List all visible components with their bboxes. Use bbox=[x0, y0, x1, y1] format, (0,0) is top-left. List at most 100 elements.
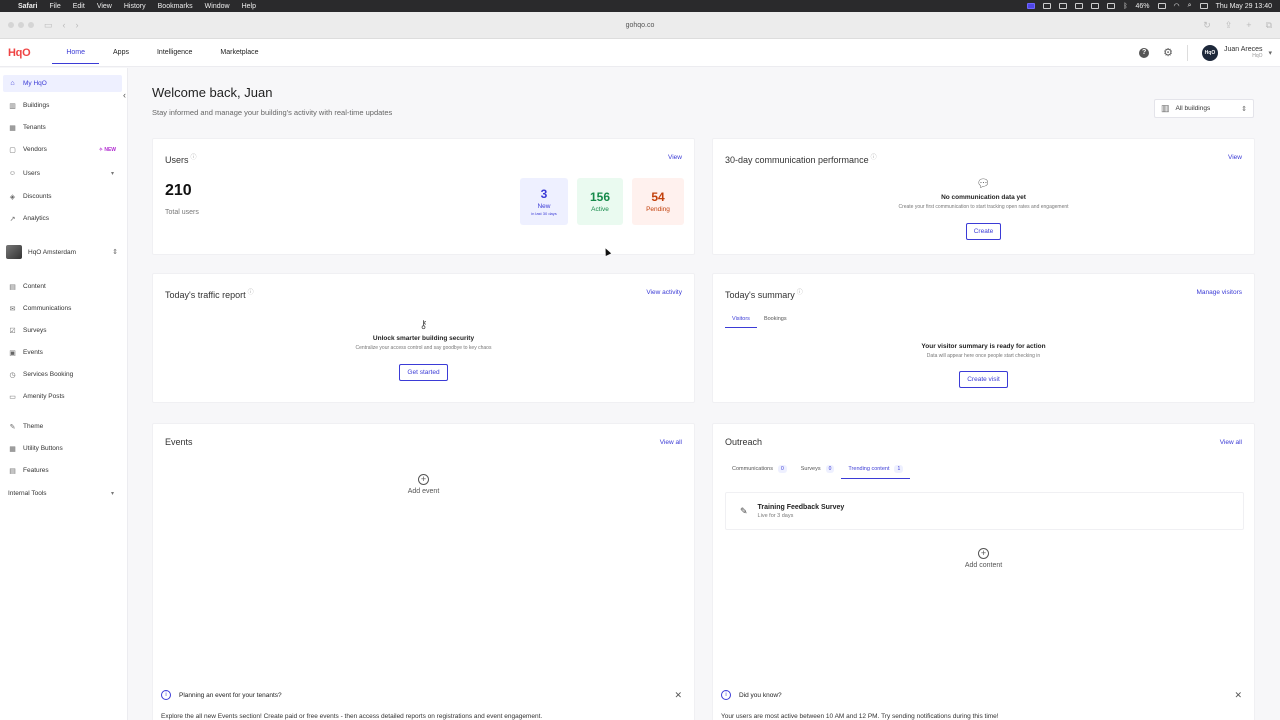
site-selector[interactable]: HqO Amsterdam ⇕ bbox=[6, 243, 118, 261]
summary-empty-state: Your visitor summary is ready for action… bbox=[713, 343, 1254, 388]
create-button[interactable]: Create bbox=[965, 223, 1002, 240]
info-icon: i bbox=[721, 690, 731, 700]
new-users-stat[interactable]: 3 New in last 30 days bbox=[520, 178, 568, 225]
control-center-icon[interactable] bbox=[1199, 3, 1208, 9]
hqo-logo[interactable]: HqO bbox=[8, 47, 31, 59]
forward-icon[interactable]: › bbox=[76, 20, 79, 30]
address-bar[interactable]: gohqo.co bbox=[626, 22, 655, 29]
menu-edit[interactable]: Edit bbox=[73, 3, 85, 10]
battery-icon[interactable] bbox=[1157, 3, 1166, 9]
building-icon: ▥ bbox=[1161, 103, 1170, 113]
close-icon[interactable]: ✕ bbox=[1234, 690, 1242, 701]
status-icon[interactable] bbox=[1075, 3, 1084, 9]
add-event-button[interactable]: + Add event bbox=[153, 474, 694, 495]
outreach-view-all-link[interactable]: View all bbox=[1220, 439, 1242, 446]
comm-card-title: 30-day communication performance ⓘ bbox=[725, 155, 877, 165]
tab-count: 0 bbox=[777, 465, 787, 473]
menu-safari[interactable]: Safari bbox=[18, 3, 37, 10]
outreach-card-title: Outreach bbox=[725, 437, 763, 447]
info-icon: ⓘ bbox=[247, 290, 254, 296]
status-icon[interactable] bbox=[1107, 3, 1116, 9]
sidebar-item-content[interactable]: ▤ Content bbox=[3, 278, 122, 295]
screen-record-icon[interactable] bbox=[1027, 3, 1036, 9]
share-icon[interactable]: ⇪ bbox=[1225, 20, 1233, 31]
user-menu[interactable]: Juan Areces HqO bbox=[1224, 46, 1263, 59]
pending-label: Pending bbox=[646, 206, 670, 213]
total-users-label: Total users bbox=[165, 209, 199, 216]
sidebar-item-my-hqo[interactable]: ⌂ My HqO bbox=[3, 75, 122, 92]
manage-visitors-link[interactable]: Manage visitors bbox=[1196, 289, 1242, 296]
sidebar-item-label: Analytics bbox=[23, 215, 50, 222]
wifi-icon[interactable]: ◠ bbox=[1174, 2, 1180, 10]
content-title: Training Feedback Survey bbox=[757, 503, 845, 511]
content-icon: ▤ bbox=[9, 283, 16, 291]
reload-icon[interactable]: ↻ bbox=[1203, 20, 1211, 31]
sidebar-item-utility-buttons[interactable]: ▦ Utility Buttons bbox=[3, 440, 122, 457]
chevron-down-icon[interactable]: ▾ bbox=[1268, 49, 1272, 57]
sidebar-item-theme[interactable]: ✎ Theme bbox=[3, 418, 122, 435]
nav-intelligence[interactable]: Intelligence bbox=[143, 39, 206, 66]
building-filter[interactable]: ▥ All buildings ⇕ bbox=[1154, 99, 1254, 118]
menu-help[interactable]: Help bbox=[242, 3, 256, 10]
sidebar-item-buildings[interactable]: ▥ Buildings bbox=[3, 97, 122, 114]
page-title: Welcome back, Juan bbox=[152, 85, 273, 100]
users-view-link[interactable]: View bbox=[668, 154, 682, 161]
key-icon: ⚷ bbox=[419, 319, 428, 331]
menu-view[interactable]: View bbox=[97, 3, 112, 10]
comm-view-link[interactable]: View bbox=[1228, 154, 1242, 161]
status-icon[interactable] bbox=[1043, 3, 1052, 9]
sidebar-item-events[interactable]: ▣ Events bbox=[3, 344, 122, 361]
events-view-all-link[interactable]: View all bbox=[660, 439, 682, 446]
tab-bookings[interactable]: Bookings bbox=[757, 316, 794, 328]
tab-trending-content[interactable]: Trending content 1 bbox=[841, 465, 911, 479]
sidebar-item-services-booking[interactable]: ◷ Services Booking bbox=[3, 366, 122, 383]
sidebar-item-amenity-posts[interactable]: ▭ Amenity Posts bbox=[3, 388, 122, 405]
tabs-overview-icon[interactable]: ⧉ bbox=[1266, 20, 1272, 31]
back-icon[interactable]: ‹ bbox=[63, 20, 66, 30]
sidebar-toggle-icon[interactable]: ▭ bbox=[44, 20, 53, 31]
avatar[interactable]: HqO bbox=[1201, 44, 1218, 61]
collapse-sidebar-icon[interactable]: ‹ bbox=[123, 90, 126, 100]
sidebar-item-features[interactable]: ▤ Features bbox=[3, 462, 122, 479]
gear-icon[interactable]: ⚙ bbox=[1163, 46, 1173, 59]
sidebar-item-tenants[interactable]: ▦ Tenants bbox=[3, 119, 122, 136]
menu-file[interactable]: File bbox=[49, 3, 60, 10]
summary-empty-title: Your visitor summary is ready for action bbox=[921, 343, 1046, 350]
sidebar-item-communications[interactable]: ✉ Communications bbox=[3, 300, 122, 317]
sidebar-item-analytics[interactable]: ↗ Analytics bbox=[3, 210, 122, 227]
menu-history[interactable]: History bbox=[124, 3, 146, 10]
get-started-button[interactable]: Get started bbox=[399, 364, 448, 381]
sidebar-item-discounts[interactable]: ◈ Discounts bbox=[3, 188, 122, 205]
menu-bookmarks[interactable]: Bookmarks bbox=[158, 3, 193, 10]
info-icon: i bbox=[161, 690, 171, 700]
nav-home[interactable]: Home bbox=[52, 39, 99, 66]
tab-visitors[interactable]: Visitors bbox=[725, 316, 757, 328]
status-icon[interactable] bbox=[1059, 3, 1068, 9]
pending-users-stat[interactable]: 54 Pending bbox=[632, 178, 684, 225]
content-status: Live for 3 days bbox=[757, 512, 794, 519]
sidebar-item-vendors[interactable]: ▢ Vendors ✧ NEW bbox=[3, 141, 122, 158]
sidebar-item-internal-tools[interactable]: Internal Tools ▾ bbox=[3, 485, 122, 502]
add-content-button[interactable]: + Add content bbox=[713, 548, 1254, 569]
tab-surveys[interactable]: Surveys 0 bbox=[794, 465, 842, 479]
status-icon[interactable] bbox=[1091, 3, 1100, 9]
tab-communications[interactable]: Communications 0 bbox=[725, 465, 794, 479]
create-visit-button[interactable]: Create visit bbox=[959, 371, 1008, 388]
window-controls[interactable] bbox=[8, 22, 34, 28]
todays-summary-card: Today's summary ⓘ Manage visitors Visitor… bbox=[712, 273, 1255, 403]
sidebar-item-surveys[interactable]: ☑ Surveys bbox=[3, 322, 122, 339]
sidebar-item-label: Theme bbox=[23, 423, 44, 430]
close-icon[interactable]: ✕ bbox=[674, 690, 682, 701]
new-tab-icon[interactable]: + bbox=[1246, 20, 1251, 31]
sidebar-item-users[interactable]: ☺ Users ▾ bbox=[3, 165, 122, 182]
nav-marketplace[interactable]: Marketplace bbox=[206, 39, 272, 66]
active-users-stat[interactable]: 156 Active bbox=[577, 178, 623, 225]
help-icon[interactable]: ? bbox=[1139, 47, 1150, 58]
trending-content-item[interactable]: ✎ Training Feedback Survey Live for 3 da… bbox=[725, 492, 1244, 530]
search-icon[interactable]: ⌕ bbox=[1188, 2, 1192, 10]
bluetooth-icon[interactable]: ᛒ bbox=[1123, 3, 1127, 10]
nav-apps[interactable]: Apps bbox=[99, 39, 143, 66]
summary-tabs: Visitors Bookings bbox=[725, 316, 794, 328]
view-activity-link[interactable]: View activity bbox=[646, 289, 682, 296]
menu-window[interactable]: Window bbox=[205, 3, 230, 10]
